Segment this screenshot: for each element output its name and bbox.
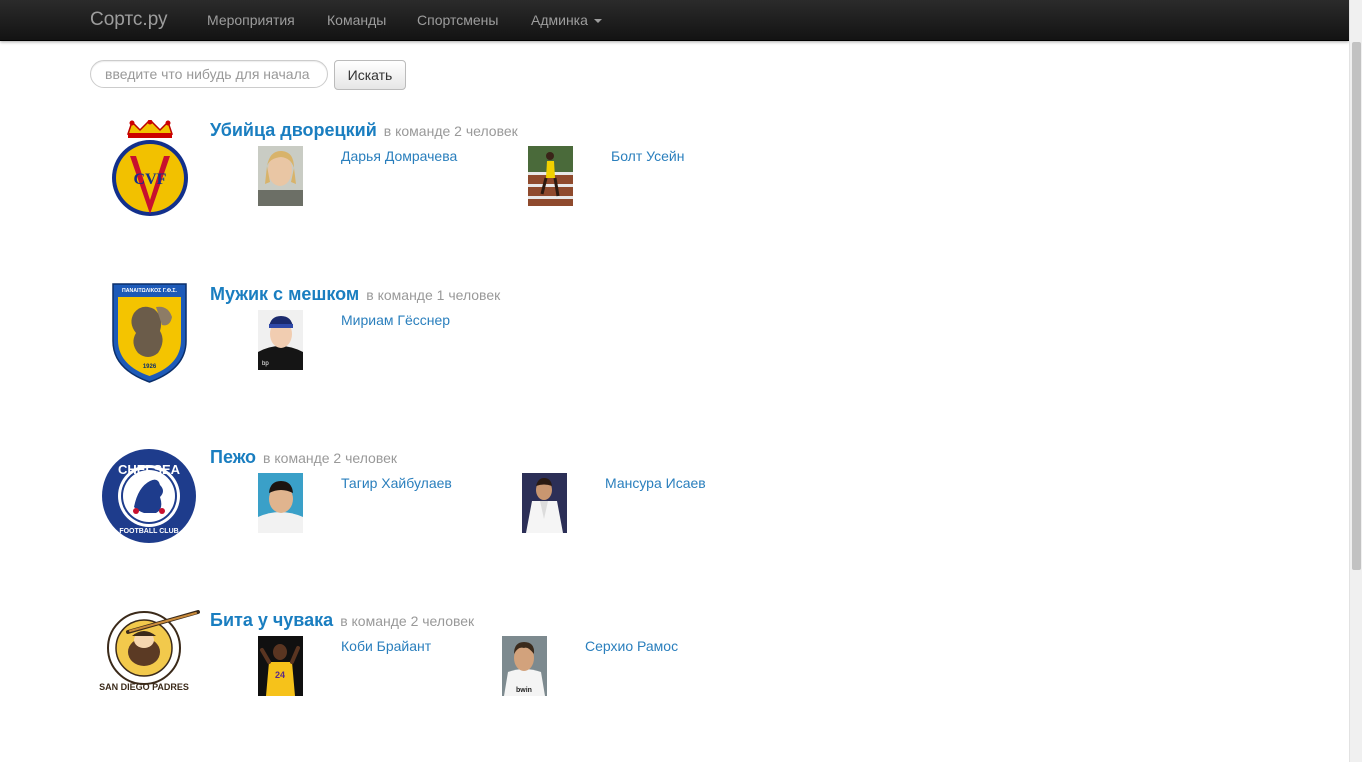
nav-item-athletes[interactable]: Спортсмены — [417, 12, 498, 28]
team-name-link[interactable]: Мужик с мешком в команде 1 человек — [210, 284, 500, 305]
top-navbar: Сортс.ру Мероприятия Команды Спортсмены … — [0, 0, 1349, 41]
team-member-count: в команде 2 человек — [263, 450, 398, 466]
chelsea-crest-icon[interactable]: CHELSEA FOOTBALL CLUB — [100, 447, 198, 545]
team-name: Мужик с мешком — [210, 284, 360, 304]
villarreal-crest-icon[interactable]: CVF — [110, 120, 190, 220]
search-input[interactable] — [90, 60, 328, 88]
player-name-link[interactable]: Мансура Исаев — [605, 475, 706, 491]
vertical-scrollbar[interactable] — [1349, 0, 1362, 762]
team-name: Убийца дворецкий — [210, 120, 377, 140]
team-name-link[interactable]: Бита у чувака в команде 2 человек — [210, 610, 474, 631]
nav-item-admin-label: Админка — [531, 12, 588, 28]
player-photo[interactable]: 24 — [258, 636, 303, 696]
nav-item-events[interactable]: Мероприятия — [207, 12, 295, 28]
player-name-link[interactable]: Серхио Рамос — [585, 638, 678, 654]
team-name: Пежо — [210, 447, 257, 467]
player-name-link[interactable]: Болт Усейн — [611, 148, 684, 164]
scrollbar-thumb[interactable] — [1352, 42, 1361, 570]
team-member-count: в команде 1 человек — [366, 287, 501, 303]
svg-text:bp: bp — [262, 361, 269, 367]
brand-link[interactable]: Сортс.ру — [90, 9, 168, 31]
svg-text:bwin: bwin — [516, 687, 532, 694]
logo-text: CHELSEA — [118, 462, 181, 477]
player-photo[interactable] — [258, 473, 303, 533]
team-name: Бита у чувака — [210, 610, 334, 630]
team-name-link[interactable]: Пежо в команде 2 человек — [210, 447, 397, 468]
logo-text: SAN DIEGO PADRES — [99, 682, 189, 692]
svg-text:24: 24 — [275, 670, 285, 680]
player-photo[interactable]: bp — [258, 310, 303, 370]
player-name-link[interactable]: Дарья Домрачева — [341, 148, 457, 164]
player-name-link[interactable]: Мириам Гёсснер — [341, 312, 450, 328]
logo-text: ΠΑΝΑΙΤΩΛΙΚΟΣ Γ.Φ.Σ. — [122, 288, 177, 294]
team-name-link[interactable]: Убийца дворецкий в команде 2 человек — [210, 120, 518, 141]
player-photo[interactable] — [522, 473, 567, 533]
team-card: CHELSEA FOOTBALL CLUB Пежо в команде 2 ч… — [0, 447, 1349, 587]
nav-item-admin-dropdown[interactable]: Админка — [531, 12, 602, 28]
san-diego-padres-logo-icon[interactable]: SAN DIEGO PADRES — [98, 610, 200, 694]
panaitolikos-crest-icon[interactable]: ΠΑΝΑΙΤΩΛΙΚΟΣ Γ.Φ.Σ. 1926 — [112, 283, 187, 383]
player-photo[interactable] — [258, 146, 303, 206]
nav-item-teams[interactable]: Команды — [327, 12, 386, 28]
player-photo[interactable] — [528, 146, 573, 206]
team-card: CVF Убийца дворецкий в команде 2 человек… — [0, 120, 1349, 260]
team-member-count: в команде 2 человек — [340, 613, 475, 629]
svg-text:CVF: CVF — [134, 171, 167, 188]
caret-down-icon — [593, 19, 602, 24]
logo-year: 1926 — [143, 364, 157, 370]
player-name-link[interactable]: Тагир Хайбулаев — [341, 475, 452, 491]
player-photo[interactable]: bwin — [502, 636, 547, 696]
team-card: ΠΑΝΑΙΤΩΛΙΚΟΣ Γ.Φ.Σ. 1926 Мужик с мешком … — [0, 283, 1349, 424]
team-card: SAN DIEGO PADRES Бита у чувака в команде… — [0, 610, 1349, 750]
search-button[interactable]: Искать — [334, 60, 406, 90]
team-member-count: в команде 2 человек — [383, 123, 518, 139]
logo-text: FOOTBALL CLUB — [119, 528, 178, 535]
player-name-link[interactable]: Коби Брайант — [341, 638, 431, 654]
